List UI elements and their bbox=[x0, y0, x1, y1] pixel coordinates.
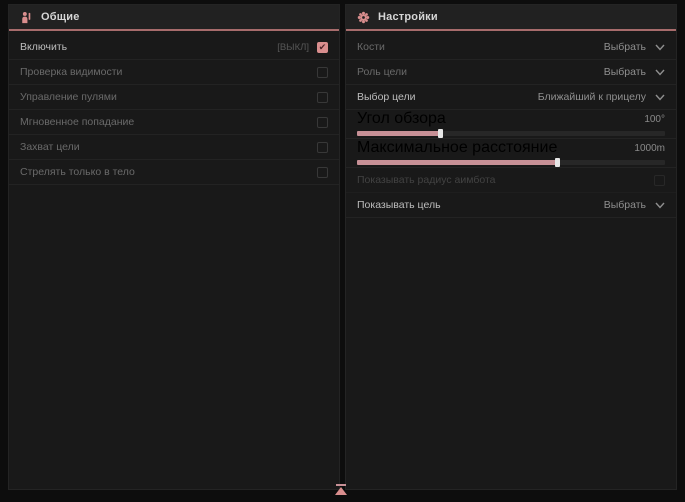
max-distance-slider[interactable] bbox=[357, 160, 665, 165]
row-target-select-select-value: Ближайший к прицелу bbox=[538, 91, 646, 103]
row-bullet-control-label: Управление пулями bbox=[20, 91, 117, 103]
row-instant-hit-checkbox[interactable] bbox=[317, 117, 328, 128]
row-target-role-select[interactable]: Выбрать bbox=[604, 66, 665, 78]
chevron-down-icon bbox=[655, 69, 665, 76]
row-show-target: Показывать цель Выбрать bbox=[346, 193, 676, 218]
max-distance-slider-thumb[interactable] bbox=[555, 158, 560, 167]
workspace: Общие Включить [ВЫКЛ] ✔ Проверка видимос… bbox=[0, 0, 685, 494]
panel-settings-title: Настройки bbox=[378, 11, 438, 23]
row-body-only-label: Стрелять только в тело bbox=[20, 166, 135, 178]
row-target-lock-checkbox[interactable] bbox=[317, 142, 328, 153]
chevron-down-icon bbox=[655, 94, 665, 101]
panel-settings: Настройки Кости Выбрать Роль цели Выбрат… bbox=[345, 4, 677, 490]
row-target-select-select[interactable]: Ближайший к прицелу bbox=[538, 91, 665, 103]
row-fov-value: 100° bbox=[644, 114, 665, 125]
row-bones-label: Кости bbox=[357, 41, 385, 53]
row-enable-checkbox[interactable]: ✔ bbox=[317, 42, 328, 53]
row-max-distance-label: Максимальное расстояние bbox=[357, 139, 557, 157]
row-show-aimbot-radius[interactable]: Показывать радиус аимбота bbox=[346, 168, 676, 193]
fov-slider-fill bbox=[357, 131, 440, 136]
chevron-down-icon bbox=[655, 44, 665, 51]
row-max-distance: Максимальное расстояние 1000m bbox=[346, 139, 676, 168]
row-bones-select[interactable]: Выбрать bbox=[604, 41, 665, 53]
row-fov-label: Угол обзора bbox=[357, 110, 446, 128]
row-body-only-checkbox[interactable] bbox=[317, 167, 328, 178]
row-enable[interactable]: Включить [ВЫКЛ] ✔ bbox=[9, 35, 339, 60]
row-target-role: Роль цели Выбрать bbox=[346, 60, 676, 85]
chevron-down-icon bbox=[655, 202, 665, 209]
max-distance-slider-fill bbox=[357, 160, 557, 165]
row-show-aimbot-radius-label: Показывать радиус аимбота bbox=[357, 174, 496, 186]
row-visibility-check-label: Проверка видимости bbox=[20, 66, 122, 78]
row-show-target-select[interactable]: Выбрать bbox=[604, 199, 665, 211]
row-enable-label: Включить bbox=[20, 41, 67, 53]
person-icon bbox=[19, 10, 33, 24]
row-bullet-control-checkbox[interactable] bbox=[317, 92, 328, 103]
row-enable-state: [ВЫКЛ] bbox=[277, 42, 309, 53]
row-target-select: Выбор цели Ближайший к прицелу bbox=[346, 85, 676, 110]
row-bones-select-value: Выбрать bbox=[604, 41, 646, 53]
panel-general-title: Общие bbox=[41, 11, 80, 23]
row-show-aimbot-radius-checkbox[interactable] bbox=[654, 175, 665, 186]
cursor-arrow-bar bbox=[336, 484, 346, 486]
panel-general-rows: Включить [ВЫКЛ] ✔ Проверка видимости Упр… bbox=[9, 31, 339, 185]
fov-slider[interactable] bbox=[357, 131, 665, 136]
panel-settings-rows: Кости Выбрать Роль цели Выбрать Выбор це… bbox=[346, 31, 676, 218]
row-body-only[interactable]: Стрелять только в тело bbox=[9, 160, 339, 185]
panel-general: Общие Включить [ВЫКЛ] ✔ Проверка видимос… bbox=[8, 4, 340, 490]
row-bullet-control[interactable]: Управление пулями bbox=[9, 85, 339, 110]
row-fov: Угол обзора 100° bbox=[346, 110, 676, 139]
cursor-arrow bbox=[334, 484, 348, 496]
row-instant-hit[interactable]: Мгновенное попадание bbox=[9, 110, 339, 135]
row-target-role-select-value: Выбрать bbox=[604, 66, 646, 78]
panel-general-header: Общие bbox=[9, 5, 339, 31]
row-target-role-label: Роль цели bbox=[357, 66, 407, 78]
fov-slider-thumb[interactable] bbox=[438, 129, 443, 138]
row-show-target-label: Показывать цель bbox=[357, 199, 441, 211]
row-bones: Кости Выбрать bbox=[346, 35, 676, 60]
row-show-target-select-value: Выбрать bbox=[604, 199, 646, 211]
row-visibility-check-checkbox[interactable] bbox=[317, 67, 328, 78]
row-max-distance-value: 1000m bbox=[634, 143, 665, 154]
row-instant-hit-label: Мгновенное попадание bbox=[20, 116, 134, 128]
row-target-lock-label: Захват цели bbox=[20, 141, 80, 153]
gear-icon bbox=[356, 10, 370, 24]
row-visibility-check[interactable]: Проверка видимости bbox=[9, 60, 339, 85]
panel-settings-header: Настройки bbox=[346, 5, 676, 31]
row-target-select-label: Выбор цели bbox=[357, 91, 416, 103]
row-target-lock[interactable]: Захват цели bbox=[9, 135, 339, 160]
cursor-arrow-triangle bbox=[335, 487, 347, 495]
